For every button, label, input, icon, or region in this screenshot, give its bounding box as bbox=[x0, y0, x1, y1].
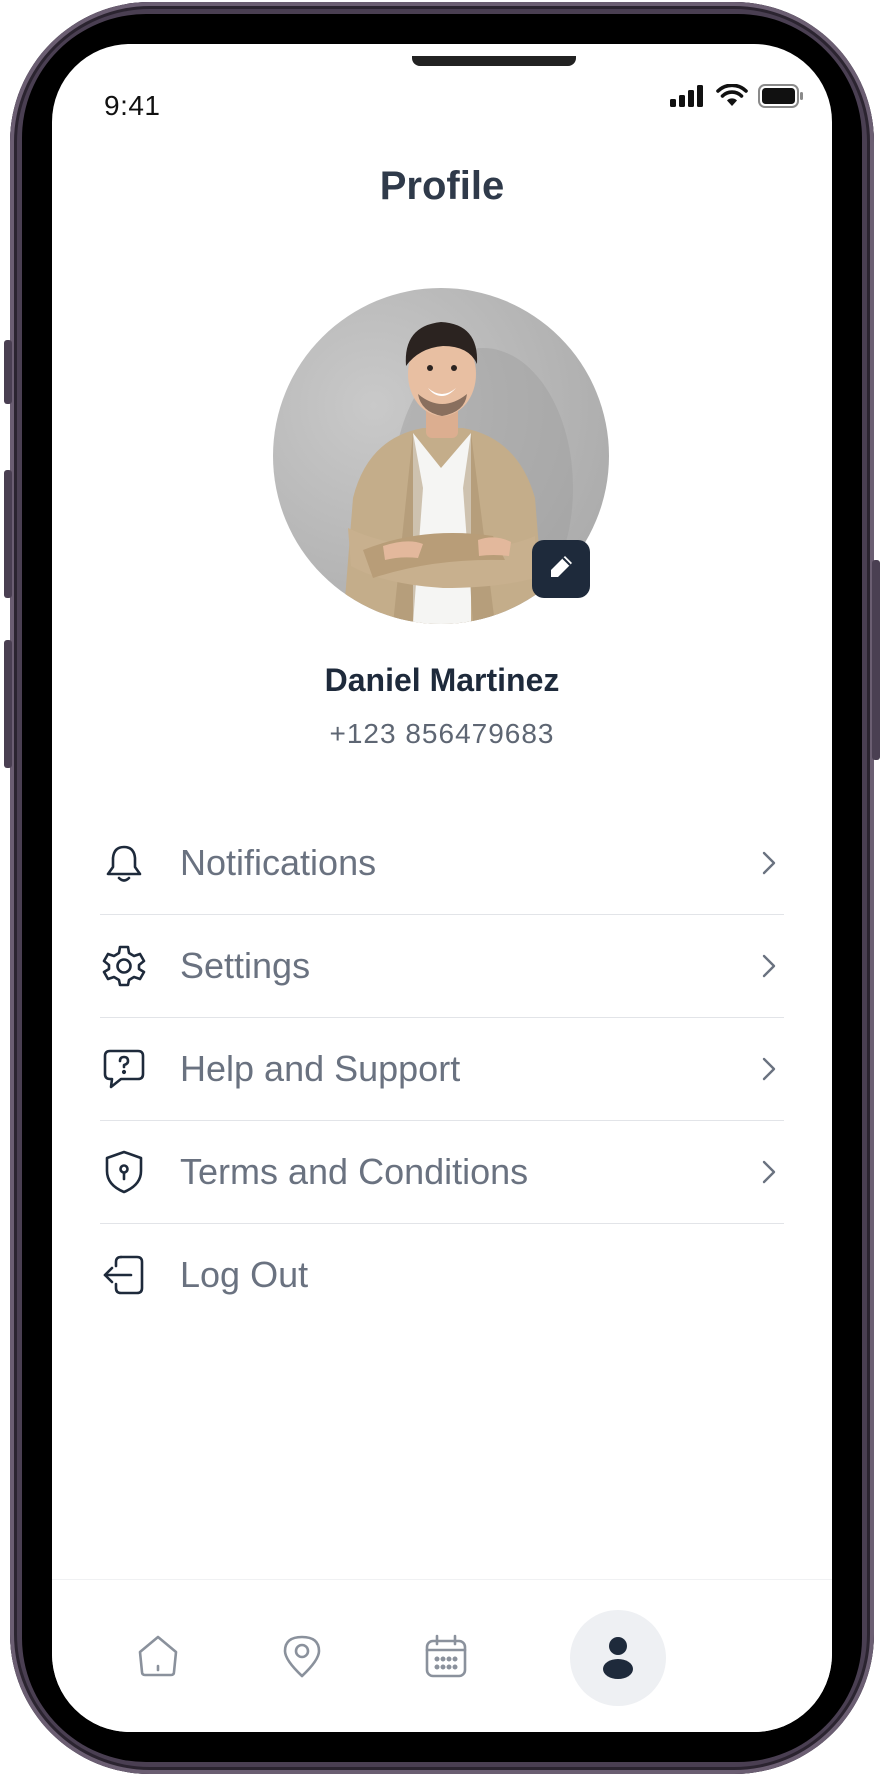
bell-icon bbox=[100, 839, 148, 887]
chevron-right-icon bbox=[762, 851, 776, 875]
nav-location[interactable] bbox=[254, 1610, 350, 1706]
nav-calendar[interactable] bbox=[398, 1610, 494, 1706]
menu-item-label: Settings bbox=[180, 945, 311, 986]
chevron-right-icon bbox=[762, 954, 776, 978]
side-button bbox=[872, 560, 880, 760]
shield-icon bbox=[100, 1148, 148, 1196]
help-chat-icon bbox=[100, 1045, 148, 1093]
nav-home[interactable] bbox=[110, 1610, 206, 1706]
menu-item-notifications[interactable]: Notifications bbox=[100, 812, 784, 915]
chevron-right-icon bbox=[762, 1057, 776, 1081]
screen: 9:41 Profile Daniel Martinez +123 856479… bbox=[52, 44, 832, 1732]
menu-item-label: Terms and Conditions bbox=[180, 1151, 529, 1192]
menu-item-terms-and-conditions[interactable]: Terms and Conditions bbox=[100, 1121, 784, 1224]
battery-icon bbox=[758, 84, 804, 113]
location-pin-icon bbox=[278, 1632, 326, 1685]
menu-item-label: Log Out bbox=[180, 1254, 309, 1295]
side-button bbox=[4, 470, 12, 598]
status-time: 9:41 bbox=[104, 90, 161, 121]
signal-icon bbox=[670, 85, 706, 112]
bottom-nav bbox=[52, 1579, 832, 1732]
page-title: Profile bbox=[379, 164, 505, 208]
side-button bbox=[4, 340, 12, 404]
calendar-icon bbox=[422, 1632, 470, 1685]
profile-menu: Notifications Settings Help and Support … bbox=[100, 812, 784, 1326]
chevron-right-icon bbox=[762, 1160, 776, 1184]
side-button bbox=[4, 640, 12, 768]
user-name: Daniel Martinez bbox=[324, 662, 560, 698]
speaker-grille bbox=[412, 56, 576, 66]
pencil-icon bbox=[546, 552, 576, 587]
menu-item-settings[interactable]: Settings bbox=[100, 915, 784, 1018]
wifi-icon bbox=[716, 83, 748, 113]
edit-avatar-button[interactable] bbox=[532, 540, 590, 598]
home-icon bbox=[134, 1632, 182, 1685]
status-icons bbox=[670, 83, 804, 113]
gear-icon bbox=[100, 942, 148, 990]
menu-item-help-and-support[interactable]: Help and Support bbox=[100, 1018, 784, 1121]
menu-item-log-out[interactable]: Log Out bbox=[100, 1224, 784, 1326]
user-icon bbox=[598, 1632, 638, 1685]
nav-profile[interactable] bbox=[570, 1610, 666, 1706]
logout-icon bbox=[100, 1251, 148, 1299]
user-phone: +123 856479683 bbox=[329, 718, 555, 749]
menu-item-label: Help and Support bbox=[180, 1048, 461, 1089]
menu-item-label: Notifications bbox=[180, 842, 377, 883]
